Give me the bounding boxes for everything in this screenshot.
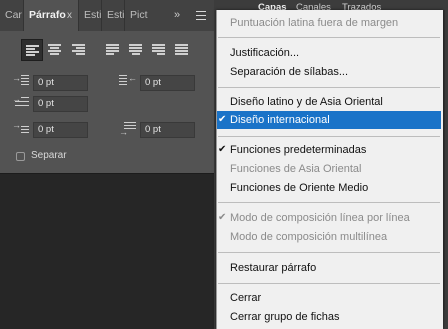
expand-tabs-icon[interactable]: » [170, 0, 184, 31]
menu-item-world-ready-layout[interactable]: ✔ Diseño internacional [217, 111, 441, 129]
menu-item-label: Puntuación latina fuera de margen [230, 17, 399, 29]
tab-glyphs[interactable]: Pict [125, 0, 150, 31]
left-indent-icon: → [12, 74, 30, 92]
screen: Capas Canales Trazados Car Párrafo x Esti… [0, 0, 448, 329]
tab-character[interactable]: Car [0, 0, 24, 31]
menu-item-label: Justificación... [230, 47, 300, 59]
menu-item-default-features[interactable]: ✔ Funciones predeterminadas [217, 141, 441, 159]
justify-last-right-button[interactable] [148, 39, 170, 61]
panel-tab-bar: Car Párrafo x Esti Esti Pict » [0, 0, 214, 31]
menu-separator [218, 87, 440, 88]
tab-character-styles[interactable]: Esti [79, 0, 102, 31]
menu-item-reset-paragraph[interactable]: Restaurar párrafo [217, 259, 441, 277]
space-before-field[interactable]: 0 pt [33, 122, 88, 138]
panel-flyout-menu: Puntuación latina fuera de margen Justif… [216, 10, 443, 329]
justify-all-button[interactable] [171, 39, 193, 61]
space-after-icon: → [119, 121, 137, 139]
paragraph-panel: Car Párrafo x Esti Esti Pict » → 0 pt ← … [0, 0, 214, 173]
menu-item-roman-hanging-punctuation[interactable]: Puntuación latina fuera de margen [217, 14, 441, 32]
left-indent-field[interactable]: 0 pt [33, 75, 88, 91]
menu-item-every-line-composer[interactable]: Modo de composición multilínea [217, 228, 441, 246]
space-before-icon: → [12, 121, 30, 139]
menu-item-label: Modo de composición multilínea [230, 231, 388, 243]
menu-item-latin-east-asian-layout[interactable]: Diseño latino y de Asia Oriental [217, 93, 441, 111]
checkmark-icon: ✔ [218, 114, 227, 125]
tab-label: Párrafo [29, 9, 66, 21]
justify-last-center-button[interactable] [125, 39, 147, 61]
menu-item-hyphenation[interactable]: Separación de sílabas... [217, 63, 441, 81]
hyphenate-label: Separar [31, 150, 67, 161]
menu-item-close-tab-group[interactable]: Cerrar grupo de fichas [217, 308, 441, 326]
hamburger-icon[interactable] [194, 8, 208, 22]
menu-item-label: Restaurar párrafo [230, 262, 317, 274]
space-after-field[interactable]: 0 pt [140, 122, 195, 138]
menu-item-label: Funciones de Asia Oriental [230, 163, 362, 175]
menu-separator [218, 283, 440, 284]
menu-item-label: Cerrar [230, 292, 262, 304]
menu-item-label: Funciones de Oriente Medio [230, 182, 369, 194]
panel-divider [0, 173, 214, 174]
menu-item-label: Cerrar grupo de fichas [230, 311, 340, 323]
tab-label: Pict [130, 9, 148, 21]
menu-separator [218, 136, 440, 137]
checkmark-icon: ✔ [218, 212, 227, 223]
tab-label: Esti [84, 9, 102, 21]
workspace-background [0, 173, 214, 329]
menu-item-single-line-composer[interactable]: ✔ Modo de composición línea por línea [217, 209, 441, 227]
menu-item-label: Funciones predeterminadas [230, 144, 367, 156]
first-line-indent-icon: → [12, 95, 30, 113]
menu-item-label: Separación de sílabas... [230, 66, 349, 78]
menu-separator [218, 252, 440, 253]
tab-label: Car [5, 9, 22, 21]
menu-item-justification[interactable]: Justificación... [217, 44, 441, 62]
menu-item-middle-eastern-features[interactable]: Funciones de Oriente Medio [217, 179, 441, 197]
align-center-button[interactable] [44, 39, 66, 61]
align-right-button[interactable] [68, 39, 90, 61]
menu-separator [218, 37, 440, 38]
hyphenate-checkbox[interactable] [16, 152, 25, 161]
right-indent-field[interactable]: 0 pt [140, 75, 195, 91]
checkmark-icon: ✔ [218, 144, 227, 155]
menu-separator [218, 202, 440, 203]
menu-item-east-asian-features[interactable]: Funciones de Asia Oriental [217, 160, 441, 178]
tab-paragraph-styles[interactable]: Esti [102, 0, 125, 31]
right-indent-icon: ← [119, 74, 137, 92]
justify-last-left-button[interactable] [102, 39, 124, 61]
menu-item-label: Diseño internacional [230, 114, 330, 126]
menu-item-close[interactable]: Cerrar [217, 289, 441, 307]
align-left-button[interactable] [21, 39, 43, 61]
tab-paragraph[interactable]: Párrafo x [24, 0, 79, 31]
menu-item-label: Modo de composición línea por línea [230, 212, 410, 224]
close-icon[interactable]: x [67, 0, 72, 31]
tab-label: Esti [107, 9, 125, 21]
menu-item-label: Diseño latino y de Asia Oriental [230, 96, 383, 108]
first-line-indent-field[interactable]: 0 pt [33, 96, 88, 112]
